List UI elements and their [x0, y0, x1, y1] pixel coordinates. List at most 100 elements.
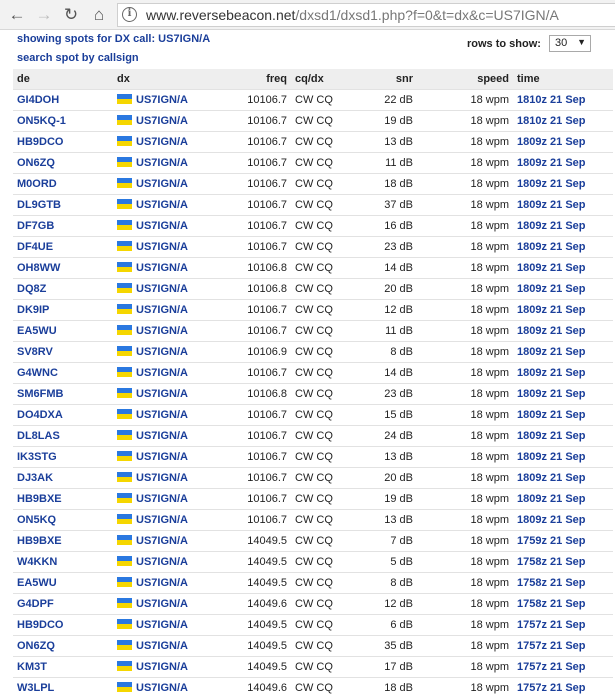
spotter-call-link[interactable]: GI4DOH	[17, 94, 59, 106]
spotter-call-link[interactable]: W4KKN	[17, 556, 57, 568]
dx-call-link[interactable]: US7IGN/A	[136, 220, 188, 232]
time-link[interactable]: 1809z 21 Sep	[517, 304, 586, 316]
dx-call-link[interactable]: US7IGN/A	[136, 199, 188, 211]
time-link[interactable]: 1809z 21 Sep	[517, 388, 586, 400]
time-link[interactable]: 1809z 21 Sep	[517, 493, 586, 505]
dx-call-link[interactable]: US7IGN/A	[136, 283, 188, 295]
dx-call-link[interactable]: US7IGN/A	[136, 178, 188, 190]
rows-select[interactable]: 30 ▼	[549, 35, 591, 52]
spotter-call-link[interactable]: W3LPL	[17, 682, 54, 694]
dx-call-link[interactable]: US7IGN/A	[136, 409, 188, 421]
time-link[interactable]: 1809z 21 Sep	[517, 199, 586, 211]
spotter-call-link[interactable]: KM3T	[17, 661, 47, 673]
dx-call-link[interactable]: US7IGN/A	[136, 241, 188, 253]
dx-call-link[interactable]: US7IGN/A	[136, 367, 188, 379]
dx-call-link[interactable]: US7IGN/A	[136, 619, 188, 631]
time-link[interactable]: 1758z 21 Sep	[517, 556, 586, 568]
dx-call-link[interactable]: US7IGN/A	[136, 157, 188, 169]
spotter-call-link[interactable]: DO4DXA	[17, 409, 63, 421]
time-link[interactable]: 1810z 21 Sep	[517, 94, 586, 106]
spotter-call-link[interactable]: ON6ZQ	[17, 640, 55, 652]
time-link[interactable]: 1809z 21 Sep	[517, 430, 586, 442]
dx-call-link[interactable]: US7IGN/A	[136, 472, 188, 484]
address-bar[interactable]: i www.reversebeacon.net/dxsd1/dxsd1.php?…	[117, 3, 615, 27]
search-spot-link[interactable]: search spot by callsign	[17, 52, 139, 64]
spotter-call-link[interactable]: DL9GTB	[17, 199, 61, 211]
time-link[interactable]: 1757z 21 Sep	[517, 682, 586, 694]
spotter-call-link[interactable]: HB9BXE	[17, 535, 62, 547]
dx-call-link[interactable]: US7IGN/A	[136, 388, 188, 400]
time-link[interactable]: 1809z 21 Sep	[517, 220, 586, 232]
time-link[interactable]: 1758z 21 Sep	[517, 577, 586, 589]
spotter-call-link[interactable]: SM6FMB	[17, 388, 63, 400]
spotter-call-link[interactable]: OH8WW	[17, 262, 60, 274]
time-link[interactable]: 1757z 21 Sep	[517, 661, 586, 673]
home-icon[interactable]: ⌂	[88, 4, 110, 26]
time-link[interactable]: 1810z 21 Sep	[517, 115, 586, 127]
time-link[interactable]: 1809z 21 Sep	[517, 136, 586, 148]
time-link[interactable]: 1757z 21 Sep	[517, 619, 586, 631]
time-link[interactable]: 1809z 21 Sep	[517, 346, 586, 358]
showing-spots-link[interactable]: showing spots for DX call: US7IGN/A	[17, 33, 210, 45]
dx-call-link[interactable]: US7IGN/A	[136, 640, 188, 652]
spotter-call-link[interactable]: EA5WU	[17, 325, 57, 337]
time-link[interactable]: 1809z 21 Sep	[517, 262, 586, 274]
time-link[interactable]: 1758z 21 Sep	[517, 598, 586, 610]
info-icon[interactable]: i	[122, 7, 137, 22]
dx-call-link[interactable]: US7IGN/A	[136, 661, 188, 673]
dx-call-link[interactable]: US7IGN/A	[136, 136, 188, 148]
spotter-call-link[interactable]: DJ3AK	[17, 472, 53, 484]
url-text[interactable]: www.reversebeacon.net/dxsd1/dxsd1.php?f=…	[146, 7, 559, 23]
time-link[interactable]: 1809z 21 Sep	[517, 241, 586, 253]
dx-call-link[interactable]: US7IGN/A	[136, 325, 188, 337]
time-link[interactable]: 1757z 21 Sep	[517, 640, 586, 652]
spotter-call-link[interactable]: ON5KQ-1	[17, 115, 66, 127]
table-row: EA5WUUS7IGN/A10106.7CW CQ11 dB18 wpm1809…	[13, 321, 613, 342]
dx-call-link[interactable]: US7IGN/A	[136, 514, 188, 526]
time-link[interactable]: 1759z 21 Sep	[517, 535, 586, 547]
dx-call-link[interactable]: US7IGN/A	[136, 430, 188, 442]
spotter-call-link[interactable]: DQ8Z	[17, 283, 46, 295]
time-link[interactable]: 1809z 21 Sep	[517, 325, 586, 337]
time-link[interactable]: 1809z 21 Sep	[517, 514, 586, 526]
dx-cell: US7IGN/A	[113, 384, 195, 405]
spotter-call-link[interactable]: EA5WU	[17, 577, 57, 589]
dx-call-link[interactable]: US7IGN/A	[136, 493, 188, 505]
dx-call-link[interactable]: US7IGN/A	[136, 346, 188, 358]
spotter-call-link[interactable]: M0ORD	[17, 178, 57, 190]
spotter-call-link[interactable]: IK3STG	[17, 451, 57, 463]
reload-icon[interactable]: ↻	[60, 4, 82, 26]
freq-cell: 14049.5	[247, 619, 287, 631]
spotter-call-link[interactable]: HB9DCO	[17, 136, 63, 148]
spotter-call-link[interactable]: G4DPF	[17, 598, 54, 610]
dx-call-link[interactable]: US7IGN/A	[136, 451, 188, 463]
dx-call-link[interactable]: US7IGN/A	[136, 682, 188, 694]
time-link[interactable]: 1809z 21 Sep	[517, 178, 586, 190]
spotter-call-link[interactable]: SV8RV	[17, 346, 53, 358]
spotter-call-link[interactable]: ON5KQ	[17, 514, 56, 526]
dx-call-link[interactable]: US7IGN/A	[136, 262, 188, 274]
back-arrow-icon[interactable]: ←	[6, 4, 28, 26]
dx-call-link[interactable]: US7IGN/A	[136, 598, 188, 610]
dx-call-link[interactable]: US7IGN/A	[136, 94, 188, 106]
time-link[interactable]: 1809z 21 Sep	[517, 472, 586, 484]
spotter-call-link[interactable]: G4WNC	[17, 367, 58, 379]
time-link[interactable]: 1809z 21 Sep	[517, 409, 586, 421]
spotter-call-link[interactable]: HB9BXE	[17, 493, 62, 505]
time-link[interactable]: 1809z 21 Sep	[517, 367, 586, 379]
spotter-call-link[interactable]: DF4UE	[17, 241, 53, 253]
spotter-call-link[interactable]: HB9DCO	[17, 619, 63, 631]
spotter-call-link[interactable]: ON6ZQ	[17, 157, 55, 169]
spotter-call-link[interactable]: DF7GB	[17, 220, 54, 232]
spotter-call-link[interactable]: DK9IP	[17, 304, 49, 316]
time-link[interactable]: 1809z 21 Sep	[517, 157, 586, 169]
dx-call-link[interactable]: US7IGN/A	[136, 115, 188, 127]
dx-call-link[interactable]: US7IGN/A	[136, 304, 188, 316]
dx-call-link[interactable]: US7IGN/A	[136, 577, 188, 589]
time-link[interactable]: 1809z 21 Sep	[517, 283, 586, 295]
spotter-call-link[interactable]: DL8LAS	[17, 430, 60, 442]
dx-call-link[interactable]: US7IGN/A	[136, 535, 188, 547]
time-link[interactable]: 1809z 21 Sep	[517, 451, 586, 463]
dx-call-link[interactable]: US7IGN/A	[136, 556, 188, 568]
forward-arrow-icon[interactable]: →	[33, 4, 55, 26]
